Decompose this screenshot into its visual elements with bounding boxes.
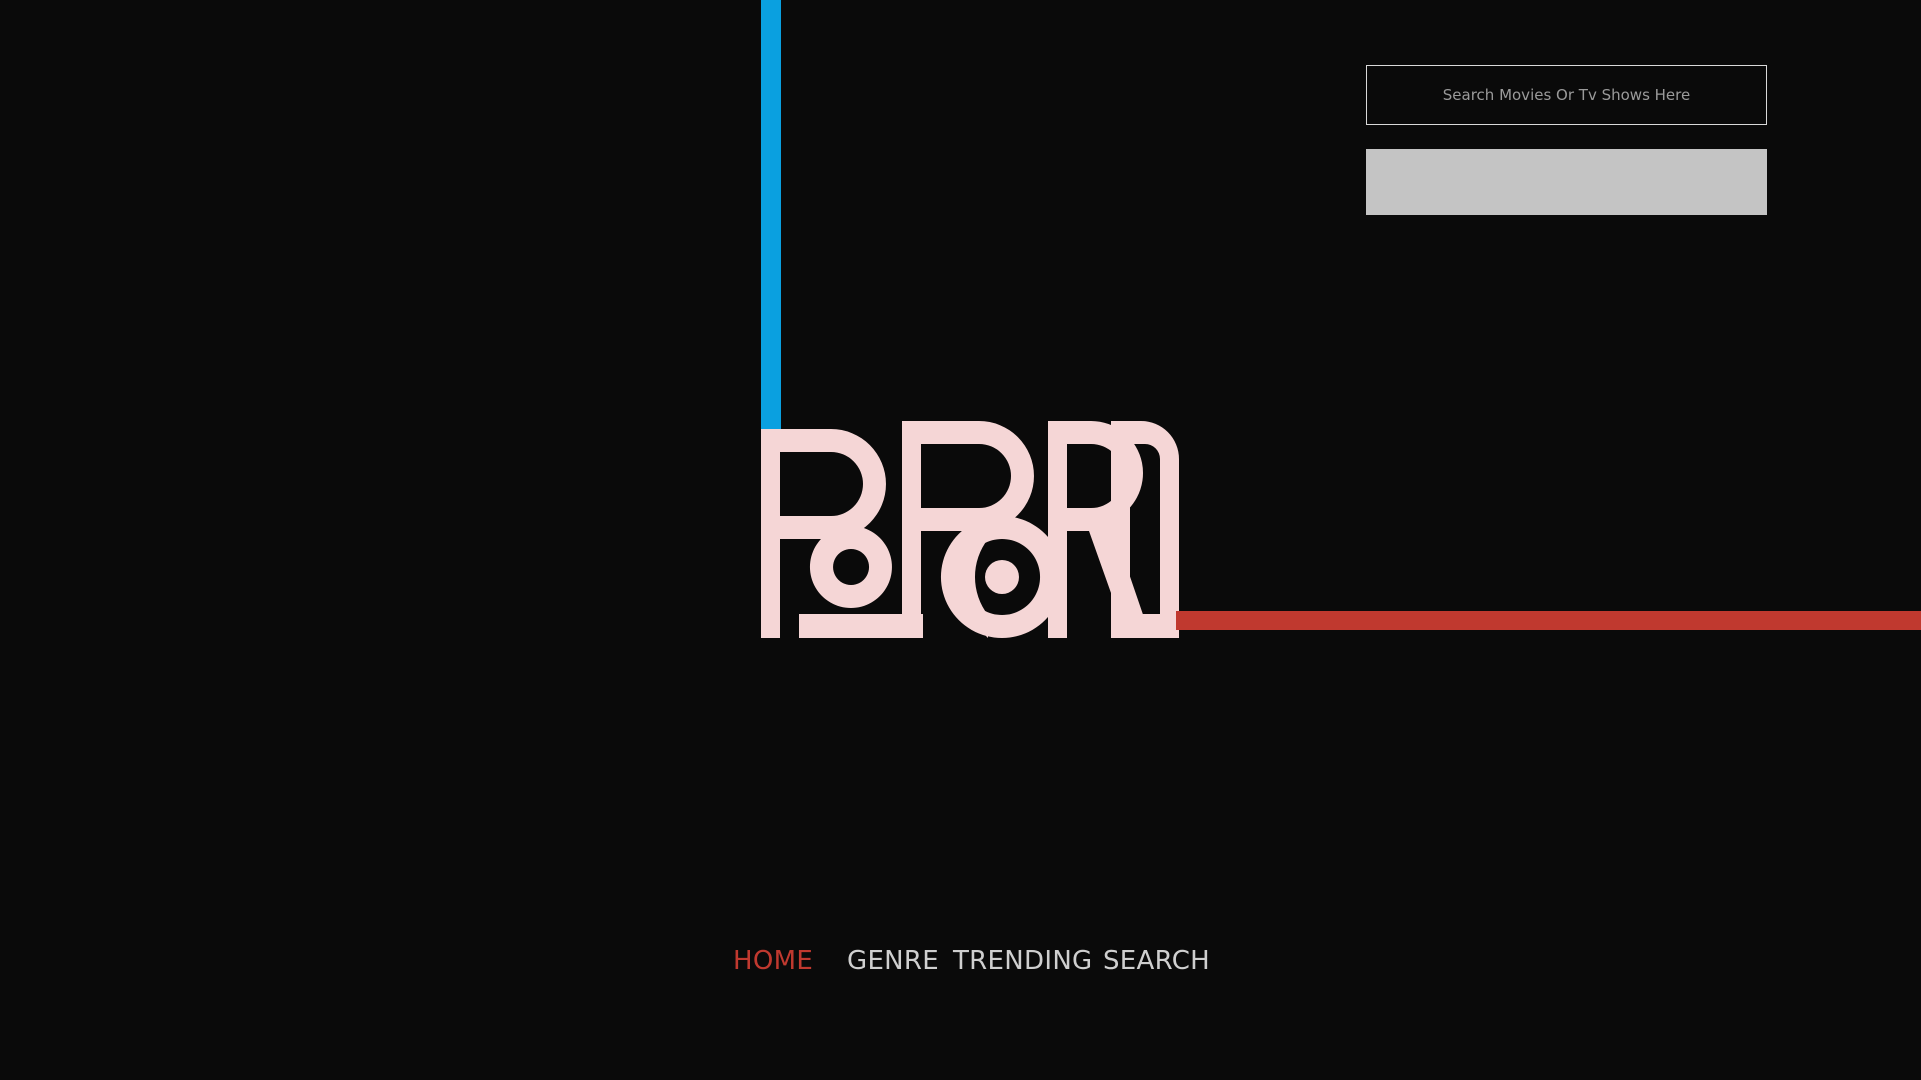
main-nav: HOME GENRE TRENDING SEARCH [0,940,1921,990]
red-accent-bar [1176,611,1921,630]
nav-item-trending[interactable]: TRENDING [953,946,1093,976]
popcorn-logo [761,421,1179,638]
search-button[interactable] [1366,149,1767,215]
nav-item-genre[interactable]: GENRE [847,946,939,976]
popcorn-logo-graphic [761,421,1179,638]
search-input[interactable] [1366,65,1767,125]
page: HOME GENRE TRENDING SEARCH [0,0,1921,1080]
blue-accent-bar [761,0,781,431]
nav-item-search[interactable]: SEARCH [1103,946,1210,976]
nav-item-home[interactable]: HOME [733,946,813,976]
